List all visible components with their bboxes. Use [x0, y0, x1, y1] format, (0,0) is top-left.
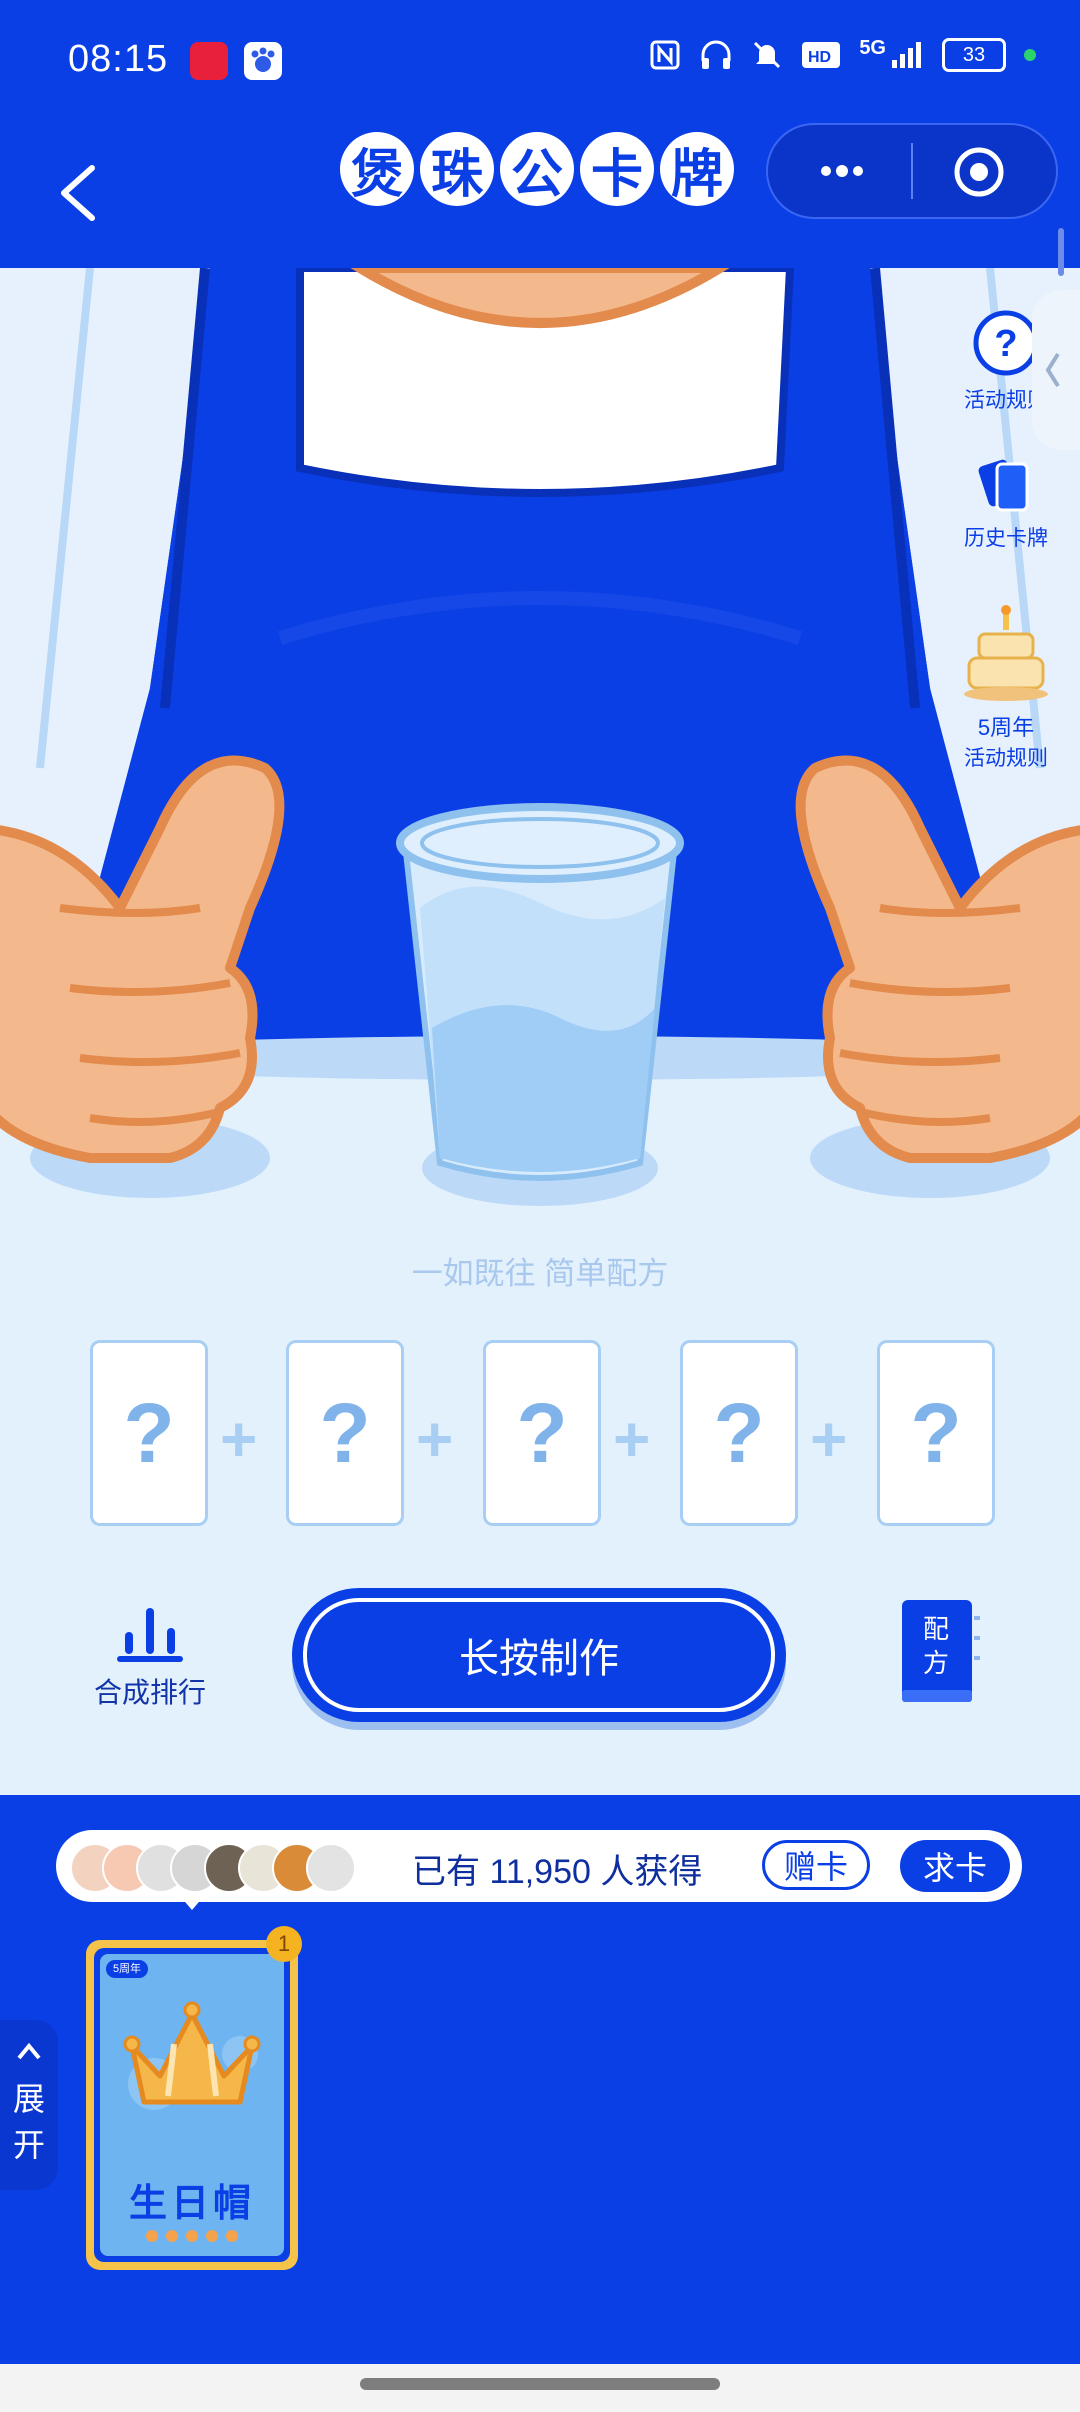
gift-card-button[interactable]: 赠卡: [762, 1840, 870, 1890]
chevron-left-icon: [1045, 352, 1060, 388]
expand-label-line1: 展: [12, 2081, 45, 2117]
nfc-icon: [650, 40, 680, 70]
anniversary-label-line2: 活动规则: [964, 747, 1048, 770]
request-card-button[interactable]: 求卡: [900, 1840, 1010, 1892]
privacy-indicator-dot: [1024, 49, 1036, 61]
title-char: 珠: [420, 132, 494, 206]
recipe-book-button[interactable]: 配 方: [900, 1598, 980, 1706]
question-circle-icon: ?: [973, 310, 1039, 376]
status-icons: HD 5G 33: [649, 36, 1036, 72]
crown-icon: [123, 2001, 261, 2110]
status-time: 08:15: [68, 38, 169, 80]
scroll-indicator: [1058, 228, 1064, 276]
more-dots-icon: [821, 165, 863, 177]
ranking-label: 合成排行: [93, 1677, 206, 1708]
plus-sign: +: [220, 1403, 258, 1475]
make-button-label: 长按制作: [303, 1598, 775, 1712]
ingredient-slot[interactable]: ?: [680, 1340, 798, 1526]
title-char: 煲: [340, 132, 414, 206]
scene-area: ? 活动规则 历史卡牌 5周年 活动规则: [0, 268, 1080, 1795]
history-cards-entry[interactable]: 历史卡牌: [950, 456, 1062, 552]
title-char: 牌: [660, 132, 734, 206]
formula-caption: 一如既往 简单配方: [411, 1256, 669, 1291]
svg-text:HD: HD: [808, 49, 831, 66]
plus-sign: +: [613, 1403, 651, 1475]
expand-button[interactable]: 展 开: [0, 2020, 58, 2190]
plus-sign: +: [416, 1403, 454, 1475]
cards-stack-icon: [978, 459, 1029, 512]
page-title: 煲 珠 公 卡 牌: [340, 132, 734, 206]
card-tag: 5周年: [106, 1960, 148, 1978]
headphones-icon: [701, 40, 731, 69]
long-press-make-button[interactable]: 长按制作: [292, 1588, 786, 1722]
plus-sign: +: [810, 1403, 848, 1475]
title-char: 卡: [580, 132, 654, 206]
recipe-label-line1: 配: [922, 1614, 949, 1644]
network-type: 5G: [859, 36, 886, 59]
signal-icon: [892, 42, 921, 68]
chevron-up-icon: [17, 2042, 41, 2060]
svg-text:?: ?: [994, 323, 1017, 365]
anniversary-label-line1: 5周年: [977, 715, 1035, 740]
birthday-cake-icon: [964, 605, 1048, 701]
holders-count-text: 已有 11,950 人获得: [412, 1853, 703, 1891]
history-label: 历史卡牌: [964, 527, 1048, 550]
rarity-flames-icon: [146, 2230, 238, 2242]
home-indicator[interactable]: [360, 2378, 720, 2390]
mascot-illustration: [0, 268, 1080, 1795]
close-miniprogram-button[interactable]: [952, 145, 1006, 199]
expand-label-line2: 开: [12, 2127, 45, 2163]
xiaohongshu-app-icon: [190, 42, 228, 80]
battery-indicator: 33: [942, 38, 1006, 72]
ingredient-slot[interactable]: ?: [483, 1340, 601, 1526]
ingredient-slot[interactable]: ?: [286, 1340, 404, 1526]
card-item-birthday-hat[interactable]: 5周年 生日帽: [86, 1940, 298, 2270]
back-button[interactable]: [48, 138, 118, 248]
miniprogram-capsule: [766, 123, 1058, 219]
pointer-caret: [180, 1896, 204, 1910]
title-char: 公: [500, 132, 574, 206]
target-close-icon: [954, 147, 1004, 197]
anniversary-rules-entry[interactable]: 5周年 活动规则: [950, 604, 1062, 772]
side-drawer-handle[interactable]: [1032, 290, 1080, 450]
card-name: 生日帽: [128, 2183, 255, 2225]
recipe-label-line2: 方: [922, 1648, 949, 1678]
avatar: [306, 1843, 356, 1893]
ingredient-slot[interactable]: ?: [90, 1340, 208, 1526]
more-button[interactable]: [812, 149, 872, 193]
hd-icon: HD: [802, 42, 841, 68]
nav-header: 煲 珠 公 卡 牌: [0, 120, 1080, 268]
back-arrow-icon: [61, 165, 95, 221]
baidu-app-icon: [244, 42, 282, 80]
card-count-badge: 1: [266, 1926, 302, 1962]
ingredient-slot[interactable]: ?: [877, 1340, 995, 1526]
ranking-entry[interactable]: 合成排行: [80, 1602, 220, 1711]
mute-bell-icon: [754, 41, 781, 69]
ranking-bars-icon: [117, 1608, 183, 1662]
